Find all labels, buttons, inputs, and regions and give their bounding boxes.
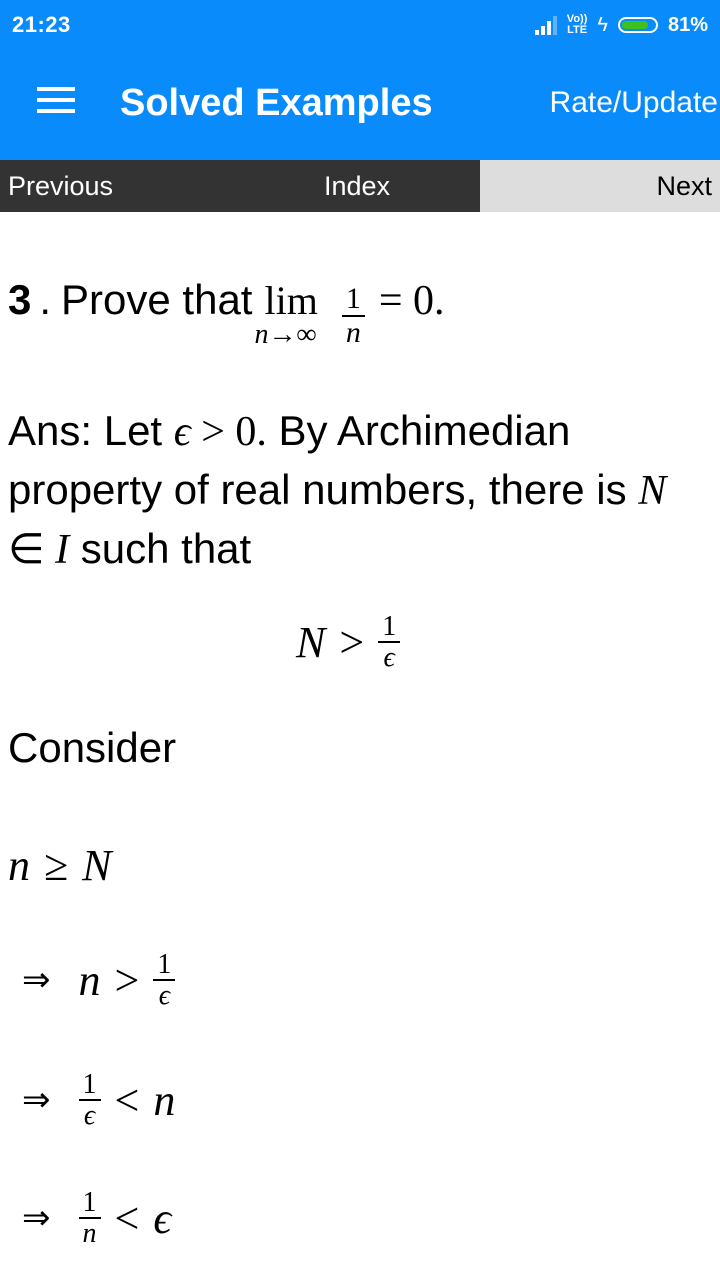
step-operator: ≥ [44,841,69,890]
fraction-denominator: n [345,315,361,349]
status-icons: Vo)) LTE ϟ 81% [534,11,708,39]
charging-bolt-icon: ϟ [597,14,608,36]
fraction-numerator: 1 [341,283,365,317]
fraction-denominator: ϵ [383,642,395,674]
eq-operator: > [339,617,365,667]
fraction-numerator: 1 [378,612,401,644]
equals-zero: = 0. [378,278,445,324]
previous-button[interactable]: Previous [8,171,113,202]
implies-arrow-icon: ⇒ [22,1080,51,1121]
centered-equation: N > 1 ϵ [296,612,401,674]
step-4: ⇒ 1 n < ϵ [8,1188,171,1249]
step-1: n ≥ N [8,840,112,891]
hamburger-menu-icon[interactable] [37,87,75,115]
app-title: Solved Examples [120,82,433,124]
fraction-denominator: ϵ [83,1100,96,1132]
fraction-1-over-epsilon: 1 ϵ [153,950,176,1012]
fraction-numerator: 1 [78,1188,101,1220]
question-heading: 3 . Prove that lim n→∞ 1 n = 0. [8,276,445,354]
eq-lhs: N [296,617,326,667]
answer-paragraph: Ans: Let ϵ > 0. By Archimedian property … [8,402,712,579]
step-2: ⇒ n > 1 ϵ [8,950,176,1012]
nav-right-section: Next [480,160,720,212]
fraction-1-over-n: 1 n [78,1188,101,1250]
question-separator: . [39,276,52,323]
battery-fill [621,21,648,29]
answer-text-2: such that [69,525,252,572]
limit-subscript: n→∞ [254,319,317,350]
status-bar: 21:23 Vo)) LTE ϟ 81% [0,0,720,50]
fraction-numerator: 1 [153,950,176,982]
app-bar: Solved Examples Rate/Update [0,50,720,160]
step-lhs: n [8,841,30,890]
implies-arrow-icon: ⇒ [22,1198,51,1239]
step-operator: > [114,955,140,1005]
step-operator: < [114,1193,140,1243]
question-text: Prove that [61,276,253,323]
implies-arrow-icon: ⇒ [22,960,51,1001]
battery-icon [617,17,658,33]
fraction-numerator: 1 [78,1070,101,1102]
step-lhs: n [78,955,101,1005]
question-number: 3 [8,276,32,323]
index-button[interactable]: Index [324,171,390,202]
element-of-symbol: ∈ [8,527,56,573]
step-rhs: n [153,1075,176,1125]
rate-update-button[interactable]: Rate/Update [550,86,718,120]
consider-label: Consider [8,724,177,771]
fraction-1-over-epsilon: 1 ϵ [78,1070,101,1132]
epsilon-symbol: ϵ [173,409,191,455]
signal-icon [534,15,557,35]
status-time: 21:23 [12,12,71,37]
fraction-1-over-epsilon: 1 ϵ [378,612,401,674]
step-rhs: ϵ [153,1193,172,1243]
gt-zero: > 0. [190,409,267,455]
limit-operator: lim n→∞ [254,277,318,350]
fraction-denominator: ϵ [158,980,170,1012]
battery-percent: 81% [667,13,708,36]
volte-icon: Vo)) LTE [567,14,588,36]
lte-label: LTE [567,24,588,36]
I-symbol: I [55,527,70,573]
step-rhs: N [82,841,112,890]
step-operator: < [114,1075,140,1125]
next-button[interactable]: Next [656,171,712,202]
fraction-denominator: n [82,1218,97,1250]
lim-label: lim [264,278,318,323]
answer-prefix: Ans: Let [8,407,174,454]
pager-nav: Previous Index Next [0,160,720,212]
step-3: ⇒ 1 ϵ < n [8,1070,175,1131]
N-symbol: N [638,468,667,514]
nav-left-section: Previous Index [0,160,480,212]
fraction-1-over-n: 1 n [341,283,365,349]
